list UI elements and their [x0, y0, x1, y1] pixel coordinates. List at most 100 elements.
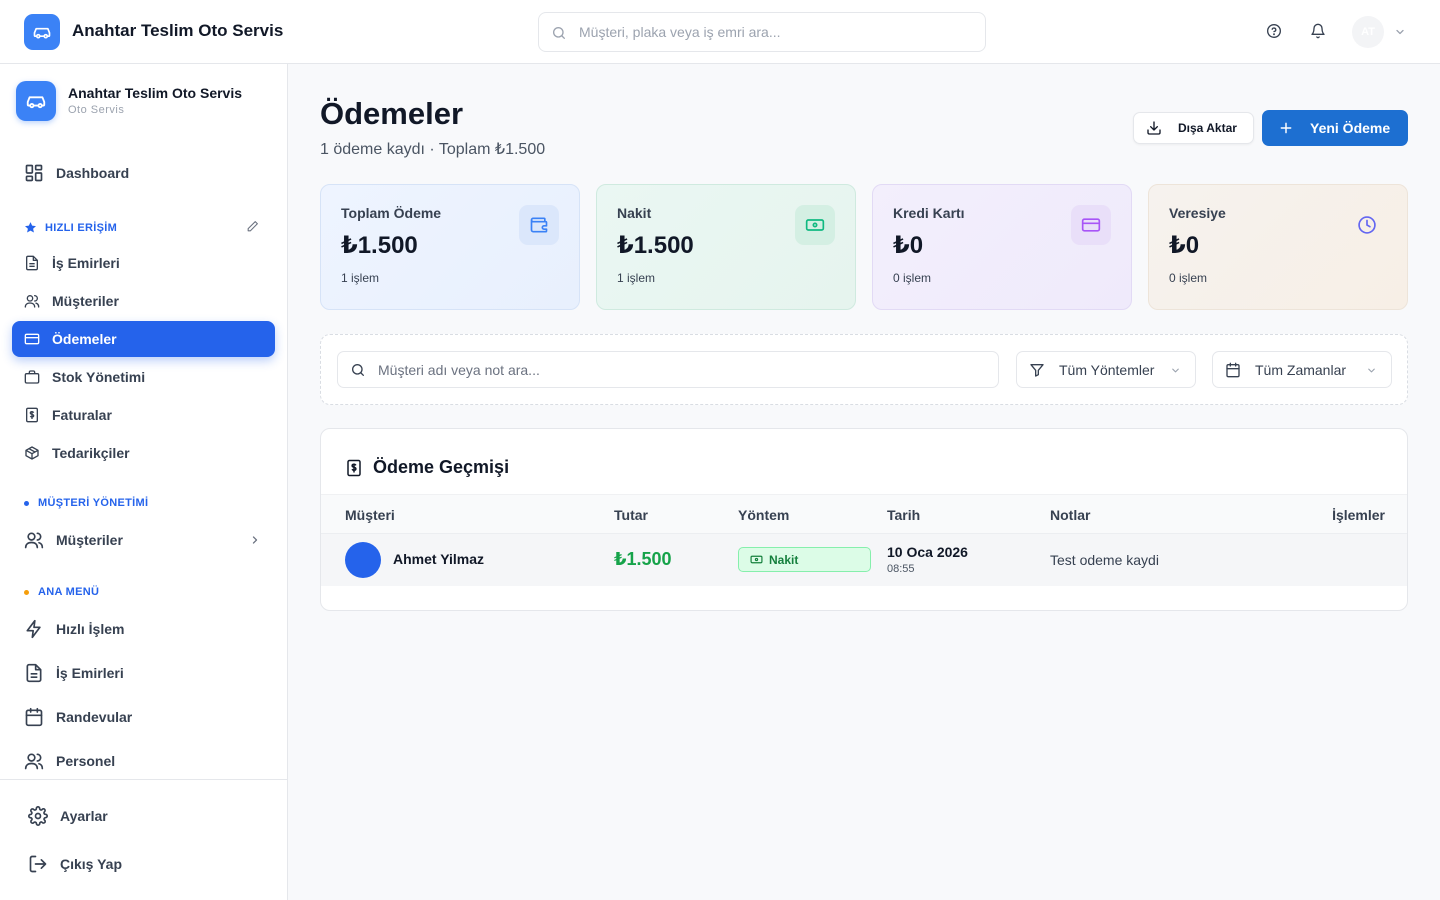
column-header[interactable]: İşlemler — [1332, 507, 1385, 523]
sidebar-item-label: İş Emirleri — [52, 255, 120, 271]
search-icon — [551, 25, 567, 41]
global-search[interactable] — [538, 12, 986, 52]
customer-name[interactable]: Ahmet Yilmaz — [393, 551, 484, 567]
sidebar-item-label: Hızlı İşlem — [56, 621, 125, 637]
method-filter-value: Tüm Yöntemler — [1059, 361, 1155, 378]
chevron-right-icon[interactable] — [249, 534, 261, 546]
new-payment-button[interactable]: Yeni Ödeme — [1262, 110, 1408, 146]
sidebar-item-label: Faturalar — [52, 407, 112, 423]
stat-card-cash: Nakit ₺1.500 1 işlem — [596, 184, 856, 310]
chevron-down-icon — [1366, 365, 1377, 376]
stat-card-total: Toplam Ödeme ₺1.500 1 işlem — [320, 184, 580, 310]
sidebar-item-label: Çıkış Yap — [60, 856, 123, 872]
sidebar-item-dashboard[interactable]: Dashboard — [12, 155, 275, 191]
sidebar-item-suppliers[interactable]: Tedarikçiler — [12, 435, 275, 471]
chevron-down-icon[interactable] — [1394, 26, 1406, 38]
help-icon[interactable] — [1266, 23, 1282, 39]
sidebar: Anahtar Teslim Oto Servis Oto Servis Das… — [0, 64, 288, 900]
section-quick-access: HIZLI ERİŞİM — [24, 221, 117, 234]
plus-icon — [1280, 122, 1292, 134]
sidebar-item-label: Personel — [56, 753, 116, 769]
sidebar-item-payments[interactable]: Ödemeler — [12, 321, 275, 357]
sidebar-item-quick-action[interactable]: Hızlı İşlem — [12, 611, 275, 647]
sidebar-item-label: Ayarlar — [60, 808, 108, 824]
new-payment-label: Yeni Ödeme — [1310, 120, 1391, 136]
lightning-icon — [24, 619, 44, 639]
star-icon — [24, 221, 37, 234]
sidebar-item-customers[interactable]: Müşteriler — [12, 283, 275, 319]
credit-card-icon — [24, 331, 40, 347]
page-title: Ödemeler — [320, 96, 464, 131]
users-icon — [24, 751, 44, 771]
column-header[interactable]: Tutar — [614, 507, 648, 523]
file-text-icon — [24, 255, 40, 271]
app-title: Anahtar Teslim Oto Servis — [72, 21, 284, 40]
sidebar-item-staff[interactable]: Personel — [12, 743, 275, 779]
column-header[interactable]: Müşteri — [345, 507, 395, 523]
table-header: Müşteri Tutar Yöntem Tarih Notlar İşleml… — [321, 494, 1407, 534]
clock-icon — [1347, 205, 1387, 245]
export-button-label: Dışa Aktar — [1178, 121, 1237, 135]
sidebar-item-work-orders-main[interactable]: İş Emirleri — [12, 655, 275, 691]
car-logo-icon[interactable] — [24, 14, 60, 50]
stat-card-credit: Kredi Kartı ₺0 0 işlem — [872, 184, 1132, 310]
calendar-icon — [24, 707, 44, 727]
bell-icon[interactable] — [1310, 23, 1326, 39]
search-icon — [350, 362, 366, 378]
filter-bar: Tüm Yöntemler Tüm Zamanlar — [320, 334, 1408, 405]
users-icon — [24, 530, 44, 550]
payment-search-input[interactable] — [378, 352, 988, 387]
method-filter-select[interactable]: Tüm Yöntemler — [1016, 351, 1196, 388]
sidebar-item-label: Dashboard — [56, 165, 130, 181]
sidebar-item-work-orders[interactable]: İş Emirleri — [12, 245, 275, 281]
column-header[interactable]: Tarih — [887, 507, 920, 523]
sidebar-divider — [0, 779, 287, 780]
wallet-icon — [519, 205, 559, 245]
sidebar-subtitle: Oto Servis — [68, 104, 125, 116]
avatar — [345, 542, 381, 578]
gear-icon — [28, 806, 48, 826]
table-row[interactable]: Ahmet Yilmaz ₺1.500 Nakit 10 Oca 2026 08… — [321, 534, 1407, 586]
payment-search[interactable] — [337, 351, 999, 388]
payment-time: 08:55 — [887, 563, 915, 575]
sidebar-item-invoices[interactable]: Faturalar — [12, 397, 275, 433]
receipt-icon — [347, 459, 361, 476]
receipt-icon — [24, 407, 40, 423]
column-header[interactable]: Yöntem — [738, 507, 789, 523]
sidebar-item-logout[interactable]: Çıkış Yap — [16, 846, 279, 882]
sidebar-item-appointments[interactable]: Randevular — [12, 699, 275, 735]
column-header[interactable]: Notlar — [1050, 507, 1090, 523]
car-logo-icon[interactable] — [16, 81, 56, 121]
payment-date: 10 Oca 2026 — [887, 544, 968, 560]
sidebar-item-stock[interactable]: Stok Yönetimi — [12, 359, 275, 395]
package-icon — [24, 445, 40, 461]
users-icon — [24, 293, 40, 309]
stat-card-credit-sale: Veresiye ₺0 0 işlem — [1148, 184, 1408, 310]
top-bar: Anahtar Teslim Oto Servis AT — [0, 0, 1440, 64]
section-dot — [24, 500, 29, 506]
page-subtitle: 1 ödeme kaydı · Toplam ₺1.500 — [320, 141, 546, 158]
download-icon — [1147, 121, 1161, 135]
sidebar-item-label: Ödemeler — [52, 331, 117, 347]
sidebar-item-label: Randevular — [56, 709, 133, 725]
sidebar-item-customers-group[interactable]: Müşteriler — [12, 522, 275, 558]
user-avatar[interactable]: AT — [1352, 16, 1384, 48]
section-dot — [24, 589, 29, 595]
briefcase-icon — [24, 369, 40, 385]
stat-count: 1 işlem — [617, 271, 656, 285]
export-button[interactable]: Dışa Aktar — [1133, 112, 1254, 144]
sidebar-brand: Anahtar Teslim Oto Servis — [68, 85, 243, 101]
chevron-down-icon — [1170, 365, 1181, 376]
payment-history-title: Ödeme Geçmişi — [345, 457, 509, 478]
sidebar-item-label: İş Emirleri — [56, 665, 124, 681]
dashboard-icon — [24, 163, 44, 183]
section-customer-management: MÜŞTERİ YÖNETİMİ — [24, 497, 148, 509]
sidebar-item-label: Müşteriler — [56, 532, 123, 548]
payment-history-card: Ödeme Geçmişi Müşteri Tutar Yöntem Tarih… — [320, 428, 1408, 611]
calendar-icon — [1225, 362, 1241, 378]
sidebar-item-label: Tedarikçiler — [52, 445, 130, 461]
time-filter-select[interactable]: Tüm Zamanlar — [1212, 351, 1392, 388]
global-search-input[interactable] — [579, 13, 979, 51]
pencil-icon[interactable] — [246, 220, 259, 233]
sidebar-item-settings[interactable]: Ayarlar — [16, 798, 279, 834]
